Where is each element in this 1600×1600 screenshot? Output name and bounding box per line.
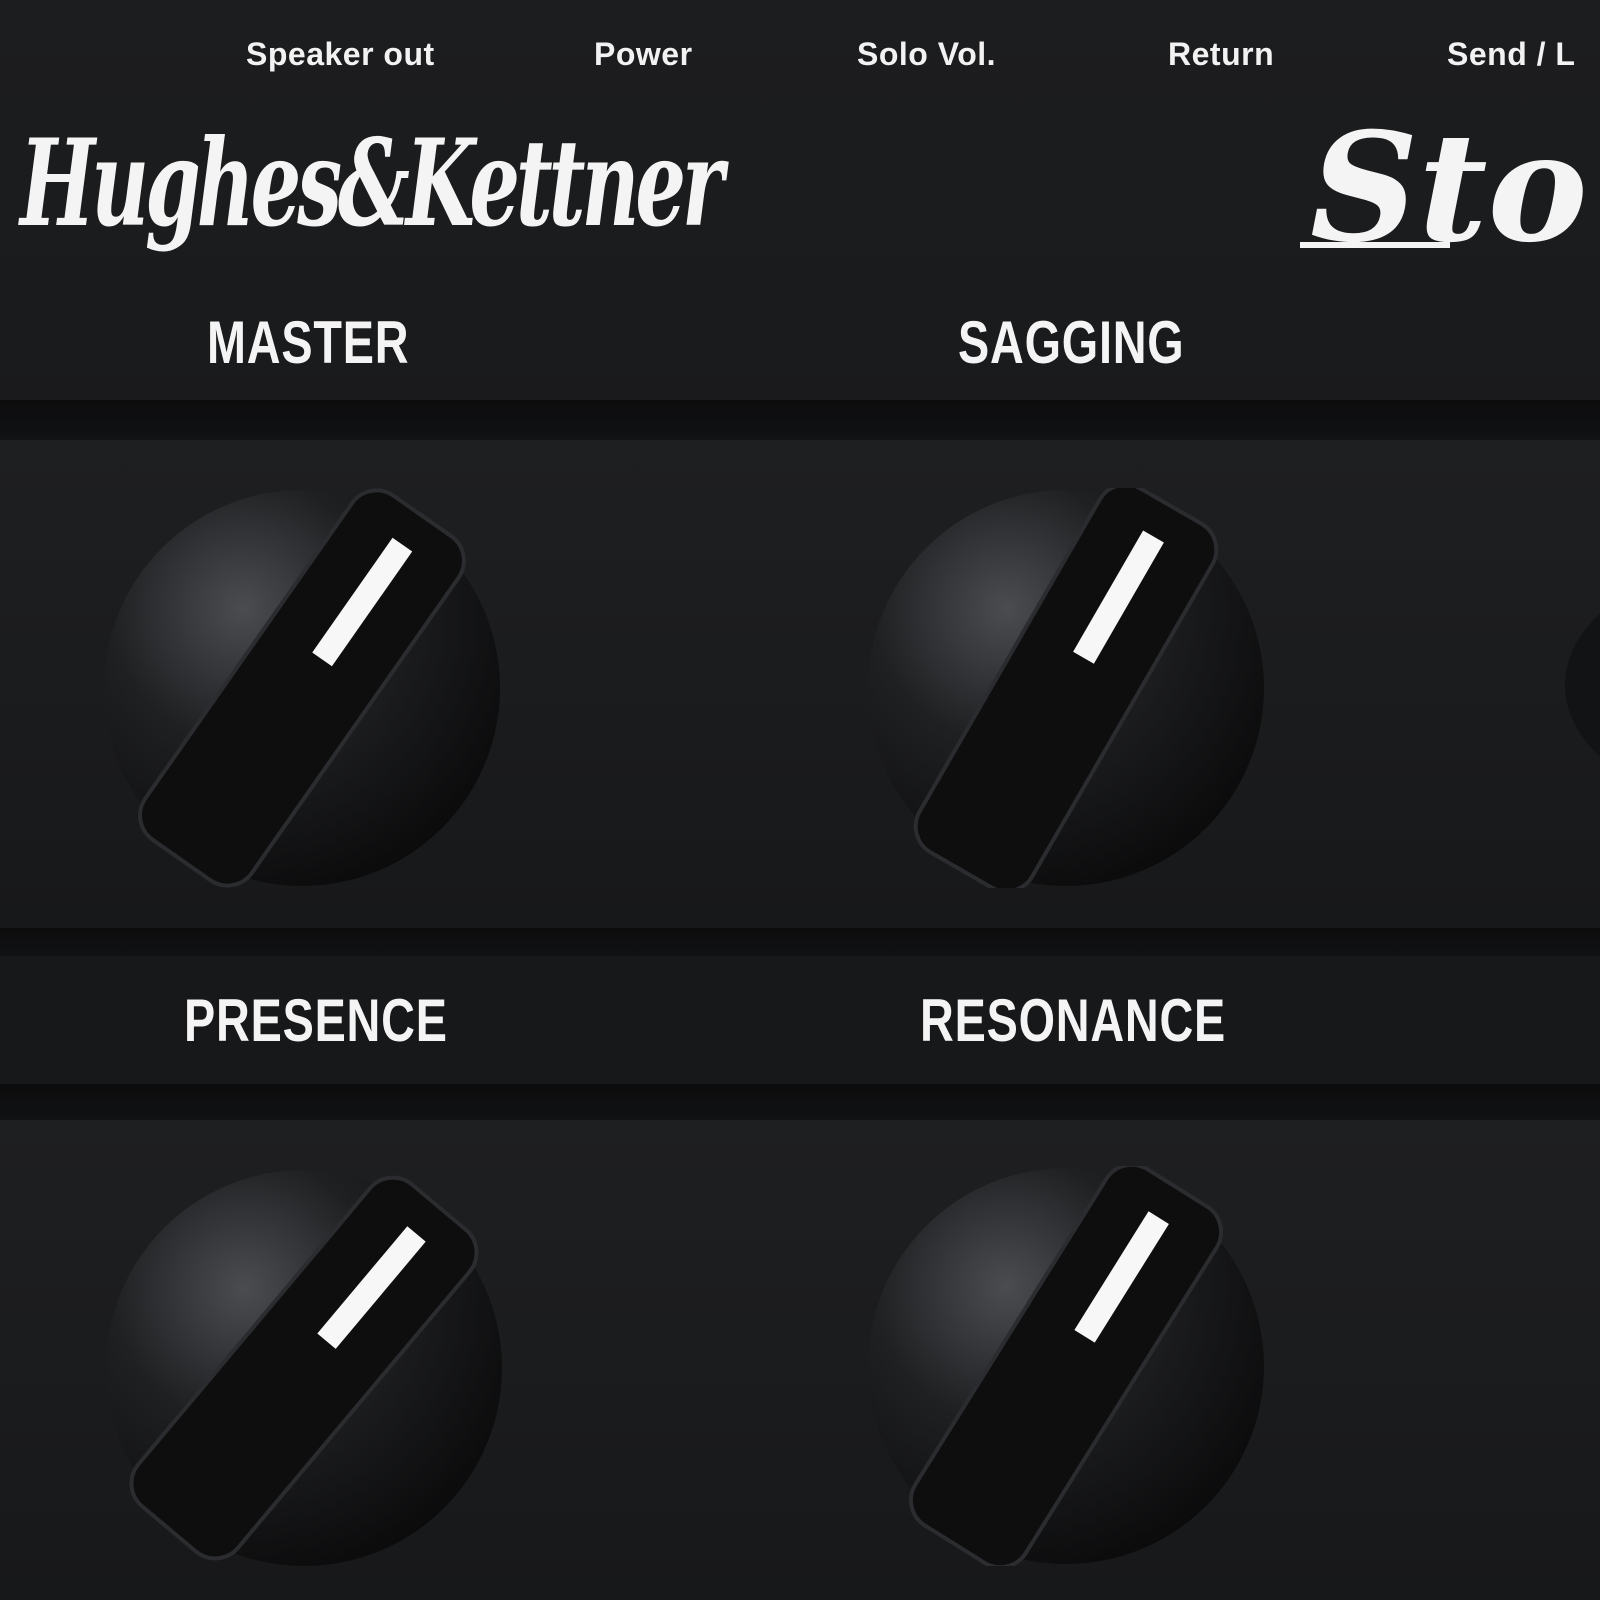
brand-logo: Hughes&Kettner bbox=[18, 113, 735, 254]
panel-ridge-lower bbox=[0, 1084, 1600, 1120]
label-master: MASTER bbox=[207, 309, 410, 376]
partial-knob-edge[interactable] bbox=[1560, 560, 1600, 810]
jack-label-power: Power bbox=[594, 36, 693, 72]
label-sagging: SAGGING bbox=[958, 309, 1185, 376]
model-logo: Sto bbox=[1300, 100, 1588, 265]
label-presence: PRESENCE bbox=[184, 987, 448, 1054]
jack-label-return: Return bbox=[1168, 36, 1275, 72]
rear-jack-strip: Speaker out Power Solo Vol. Return Send … bbox=[0, 0, 1600, 105]
label-resonance: RESONANCE bbox=[920, 987, 1227, 1054]
jack-label-speaker-out: Speaker out bbox=[246, 36, 435, 72]
master-knob[interactable] bbox=[102, 488, 502, 888]
resonance-knob[interactable] bbox=[866, 1166, 1266, 1566]
jack-label-send: Send / L bbox=[1447, 36, 1576, 72]
sagging-knob[interactable] bbox=[866, 488, 1266, 888]
panel-ridge-mid bbox=[0, 928, 1600, 956]
amp-control-panel: Speaker out Power Solo Vol. Return Send … bbox=[0, 0, 1600, 1600]
model-logo-text: Sto bbox=[1310, 100, 1588, 265]
brand-logo-text: Hughes&Kettner bbox=[18, 113, 729, 254]
panel-ridge-upper bbox=[0, 400, 1600, 440]
presence-knob[interactable] bbox=[104, 1168, 504, 1568]
jack-label-solo-vol: Solo Vol. bbox=[857, 36, 997, 72]
